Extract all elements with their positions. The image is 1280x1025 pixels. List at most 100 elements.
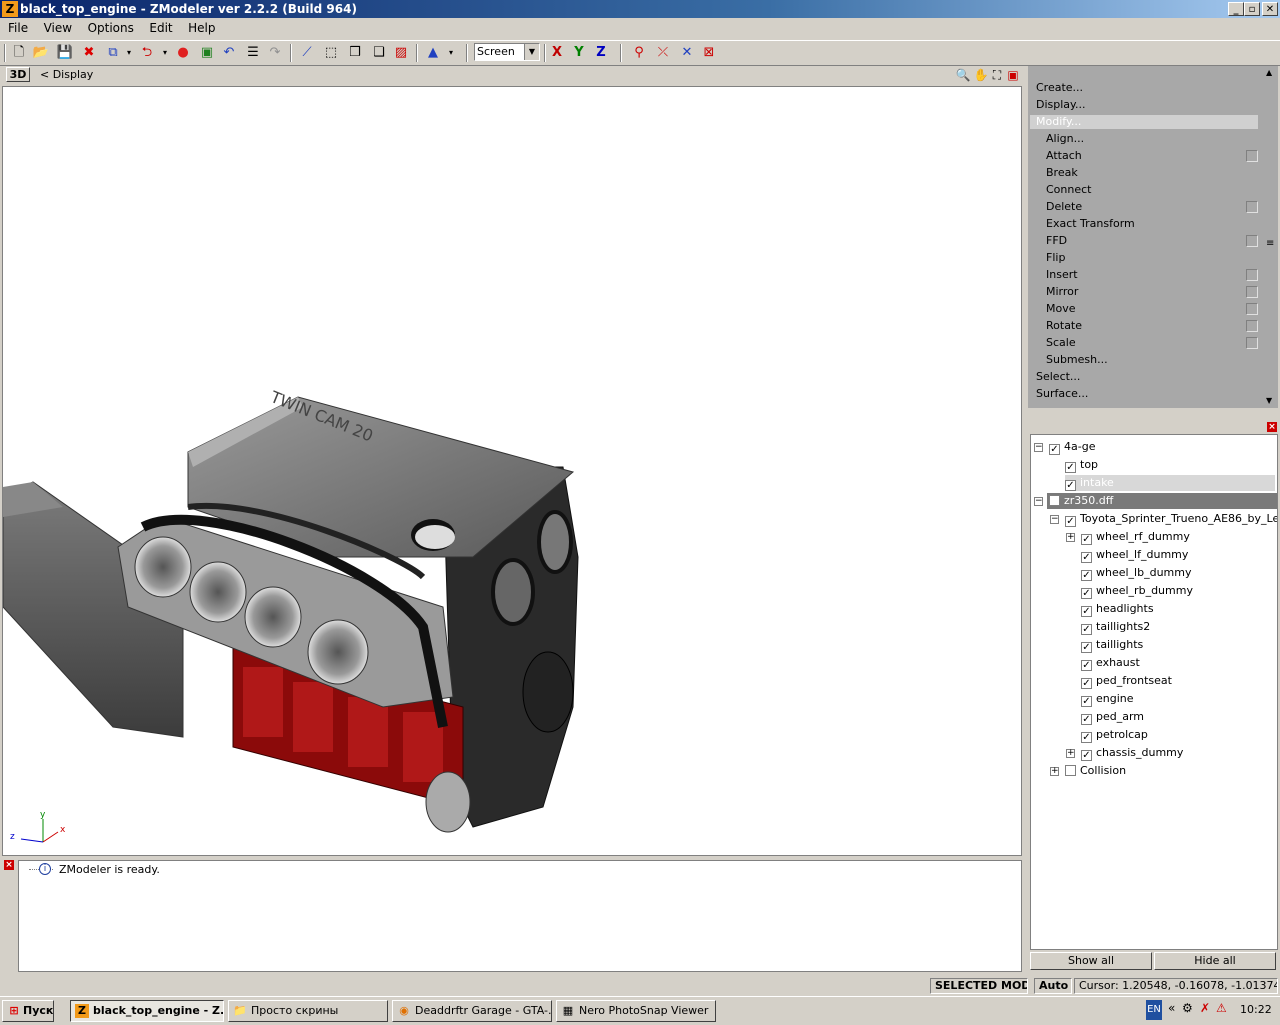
chevron-down-icon[interactable]: ▼ [524, 44, 539, 60]
move-options-box[interactable] [1246, 303, 1258, 315]
tray-expand-icon[interactable]: « [1168, 1001, 1175, 1015]
vertex-mode-icon[interactable]: ⟋ [298, 44, 316, 62]
checkbox-checked-icon[interactable]: ✓ [1081, 750, 1092, 761]
command-exact-transform[interactable]: Exact Transform [1046, 217, 1135, 230]
tree-node-top[interactable]: ✓ top [1065, 457, 1098, 473]
tree-node-ped-frontseat[interactable]: ✓ ped_frontseat [1081, 673, 1172, 689]
notes-icon[interactable]: ☰ [244, 44, 262, 62]
tree-node-petrolcap[interactable]: ✓ petrolcap [1081, 727, 1148, 743]
tree-node-model[interactable]: ✓ Toyota_Sprinter_Trueno_AE86_by_Leo [1065, 511, 1277, 527]
menu-options[interactable]: Options [82, 18, 140, 35]
collapse-icon[interactable]: − [1034, 497, 1043, 506]
coordinate-system-select[interactable]: Screen ▼ [474, 43, 540, 61]
task-zmodeler[interactable]: Z black_top_engine - Z... [70, 1000, 224, 1022]
menu-edit[interactable]: Edit [143, 18, 178, 35]
checkbox-checked-icon[interactable]: ✓ [1081, 732, 1092, 743]
polygon-mode-icon[interactable]: ⬚ [322, 44, 340, 62]
material-icon[interactable]: ▣ [198, 44, 216, 62]
checkbox-checked-icon[interactable]: ✓ [1081, 588, 1092, 599]
tree-node-intake[interactable]: ✓ intake [1065, 475, 1275, 491]
redo-icon[interactable]: ↷ [266, 44, 284, 62]
command-mirror[interactable]: Mirror [1046, 285, 1078, 298]
close-tree-panel-icon[interactable]: × [1267, 422, 1277, 432]
collapse-icon[interactable]: − [1034, 443, 1043, 452]
delete-icon[interactable]: ✖ [80, 44, 98, 62]
checkbox-checked-icon[interactable]: ✓ [1081, 714, 1092, 725]
tree-node-wheel-lb-dummy[interactable]: ✓ wheel_lb_dummy [1081, 565, 1192, 581]
command-create[interactable]: Create... [1036, 81, 1083, 94]
export-icon[interactable]: ⮌ [138, 44, 156, 62]
grid-icon[interactable]: ⊠ [700, 44, 718, 62]
restore-button[interactable]: ▫ [1244, 2, 1260, 16]
command-scale[interactable]: Scale [1046, 336, 1076, 349]
checkbox-checked-icon[interactable]: ✓ [1081, 534, 1092, 545]
checkbox-checked-icon[interactable]: ✓ [1049, 444, 1060, 455]
command-attach[interactable]: Attach [1046, 149, 1082, 162]
tree-node-4a-ge[interactable]: ✓ 4a-ge [1049, 439, 1095, 455]
command-select[interactable]: Select... [1036, 370, 1080, 383]
checkbox-checked-icon[interactable]: ✓ [1081, 678, 1092, 689]
command-modify[interactable]: Modify... [1030, 115, 1258, 129]
pivot-dropdown-icon[interactable]: ▾ [442, 44, 460, 62]
hide-all-button[interactable]: Hide all [1154, 952, 1276, 970]
zoom-icon[interactable]: 🔍 [954, 66, 972, 84]
tree-node-collision[interactable]: Collision [1065, 763, 1126, 779]
viewport-mode-badge[interactable]: 3D [6, 67, 30, 82]
checkbox-checked-icon[interactable]: ✓ [1081, 624, 1092, 635]
security-tray-icon[interactable]: ⚠ [1216, 1001, 1227, 1015]
dummy-mode-icon[interactable]: ❑ [370, 44, 388, 62]
task-nero[interactable]: ▦ Nero PhotoSnap Viewer [556, 1000, 716, 1022]
panel-resize-grip-icon[interactable]: ≡ [1266, 238, 1274, 249]
snap-icon[interactable]: ⚲ [630, 44, 648, 62]
command-rotate[interactable]: Rotate [1046, 319, 1082, 332]
attach-options-box[interactable] [1246, 150, 1258, 162]
command-connect[interactable]: Connect [1046, 183, 1091, 196]
tree-node-wheel-rf-dummy[interactable]: ✓ wheel_rf_dummy [1081, 529, 1190, 545]
checkbox-checked-icon[interactable]: ✓ [1081, 570, 1092, 581]
tree-node-chassis-dummy[interactable]: ✓ chassis_dummy [1081, 745, 1183, 761]
axis-tripod-icon[interactable]: ✕ [678, 44, 696, 62]
tree-node-wheel-rb-dummy[interactable]: ✓ wheel_rb_dummy [1081, 583, 1193, 599]
antivirus-tray-icon[interactable]: ✗ [1200, 1001, 1210, 1015]
tree-node-zr350-dff[interactable]: zr350.dff [1047, 493, 1277, 509]
ffd-options-box[interactable] [1246, 235, 1258, 247]
command-flip[interactable]: Flip [1046, 251, 1065, 264]
checkbox-checked-icon[interactable]: ✓ [1081, 696, 1092, 707]
expand-icon[interactable]: + [1066, 533, 1075, 542]
checkbox-checked-icon[interactable]: ✓ [1081, 642, 1092, 653]
rotate-options-box[interactable] [1246, 320, 1258, 332]
minimize-button[interactable]: _ [1228, 2, 1244, 16]
command-display[interactable]: Display... [1036, 98, 1085, 111]
axis-y-toggle[interactable]: Y [570, 44, 588, 62]
export-dropdown-icon[interactable]: ▾ [156, 44, 174, 62]
scroll-up-icon[interactable]: ▲ [1266, 68, 1272, 77]
pivot-icon[interactable]: ▲ [424, 44, 442, 62]
collapse-icon[interactable]: − [1050, 515, 1059, 524]
tree-node-ped-arm[interactable]: ✓ ped_arm [1081, 709, 1144, 725]
object-mode-icon[interactable]: ❒ [346, 44, 364, 62]
show-all-button[interactable]: Show all [1030, 952, 1152, 970]
network-tray-icon[interactable]: ⚙ [1182, 1001, 1193, 1015]
scale-options-box[interactable] [1246, 337, 1258, 349]
undo-icon[interactable]: ↶ [220, 44, 238, 62]
menu-file[interactable]: File [0, 18, 34, 35]
checkbox-checked-icon[interactable]: ✓ [1081, 552, 1092, 563]
close-log-panel-icon[interactable]: × [4, 860, 14, 870]
checkbox-checked-icon[interactable]: ✓ [1081, 606, 1092, 617]
command-align[interactable]: Align... [1046, 132, 1084, 145]
checkbox-checked-icon[interactable]: ✓ [1065, 462, 1076, 473]
tree-node-taillights2[interactable]: ✓ taillights2 [1081, 619, 1150, 635]
expand-icon[interactable]: + [1050, 767, 1059, 776]
menu-view[interactable]: View [38, 18, 78, 35]
command-break[interactable]: Break [1046, 166, 1078, 179]
import-dropdown-icon[interactable]: ▾ [120, 44, 138, 62]
3d-viewport[interactable]: TWIN CAM 20 y x z [2, 86, 1022, 856]
constraint-icon[interactable]: ⤫ [654, 44, 672, 62]
new-file-icon[interactable]: 🗋 [10, 44, 28, 62]
tree-node-headlights[interactable]: ✓ headlights [1081, 601, 1154, 617]
checkbox-checked-icon[interactable]: ✓ [1081, 660, 1092, 671]
command-delete[interactable]: Delete [1046, 200, 1082, 213]
save-icon[interactable]: 💾 [56, 44, 74, 62]
tree-node-taillights[interactable]: ✓ taillights [1081, 637, 1143, 653]
language-indicator[interactable]: EN [1146, 1000, 1162, 1020]
